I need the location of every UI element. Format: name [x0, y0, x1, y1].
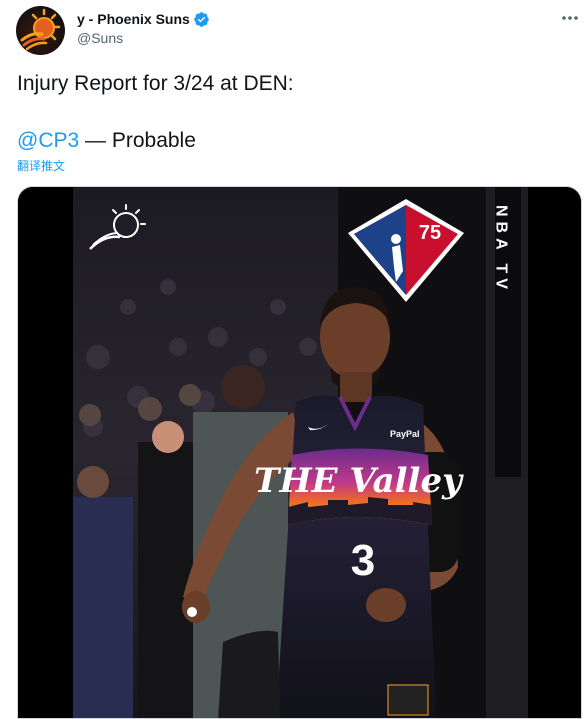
author-display-name[interactable]: y - Phoenix Suns	[77, 11, 190, 27]
tweet-text-line: Injury Report for 3/24 at DEN:	[17, 72, 294, 95]
more-options-icon[interactable]	[560, 10, 580, 26]
jersey-number: 3	[351, 536, 375, 585]
video-frame: 75 NBA TV THE Valley 3 PayPal	[18, 187, 581, 718]
nba-tv-text: NBA TV	[493, 205, 510, 294]
tweet-media-video[interactable]: 75 NBA TV THE Valley 3 PayPal	[17, 186, 582, 719]
author-avatar[interactable]	[16, 6, 65, 55]
author-name-row[interactable]: y - Phoenix Suns	[77, 10, 210, 28]
mention-link[interactable]: @CP3	[17, 129, 79, 152]
verified-badge-icon	[194, 11, 209, 27]
author-handle[interactable]: @Suns	[77, 30, 123, 46]
jersey-valley-text: THE Valley	[254, 461, 464, 501]
tweet-status-line: @CP3 — Probable	[17, 129, 196, 153]
suns-logo-icon	[20, 8, 61, 51]
status-text: — Probable	[79, 129, 196, 152]
translate-tweet-link[interactable]: 翻译推文	[17, 157, 65, 174]
tweet-card: y - Phoenix Suns @Suns Injury Report for…	[0, 0, 588, 719]
jersey-sponsor: PayPal	[390, 429, 420, 439]
nba-75-text: 75	[419, 222, 441, 244]
